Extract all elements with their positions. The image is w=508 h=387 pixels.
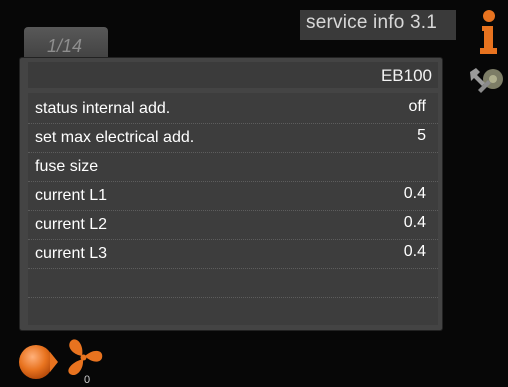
fan-speed-value: 0 bbox=[84, 374, 90, 384]
list-item-current-l2[interactable]: current L2 0.4 bbox=[28, 210, 438, 240]
list-item-current-l3[interactable]: current L3 0.4 bbox=[28, 239, 438, 269]
page-counter: 1/14 bbox=[47, 36, 83, 56]
panel-title-bar bbox=[28, 62, 438, 88]
list-item-empty bbox=[28, 268, 438, 298]
row-value: 0.4 bbox=[403, 185, 426, 202]
list-item-empty bbox=[28, 297, 438, 326]
list-item-status-internal-add[interactable]: status internal add. off bbox=[28, 94, 438, 124]
row-value: 5 bbox=[417, 127, 426, 144]
fan-icon[interactable]: 0 bbox=[64, 338, 104, 384]
service-info-screen: service info 3.1 1/14 EB100 status inter… bbox=[0, 0, 508, 387]
row-value: 0.4 bbox=[403, 243, 426, 260]
row-value: off bbox=[408, 98, 427, 115]
heating-icon[interactable] bbox=[16, 344, 58, 380]
row-label: fuse size bbox=[35, 158, 99, 175]
info-icon[interactable] bbox=[476, 10, 502, 54]
list-item-fuse-size[interactable]: fuse size bbox=[28, 152, 438, 182]
row-label: set max electrical add. bbox=[35, 129, 195, 146]
row-value: 0.4 bbox=[403, 214, 426, 231]
list-item-set-max-electrical-add[interactable]: set max electrical add. 5 bbox=[28, 123, 438, 153]
panel-title: EB100 bbox=[380, 66, 432, 85]
row-label: current L3 bbox=[35, 245, 108, 262]
row-label: status internal add. bbox=[35, 100, 171, 117]
row-label: current L1 bbox=[35, 187, 108, 204]
row-label: current L2 bbox=[35, 216, 108, 233]
tools-icon[interactable] bbox=[468, 66, 506, 96]
page-title: service info 3.1 bbox=[306, 12, 437, 33]
list-item-current-l1[interactable]: current L1 0.4 bbox=[28, 181, 438, 211]
